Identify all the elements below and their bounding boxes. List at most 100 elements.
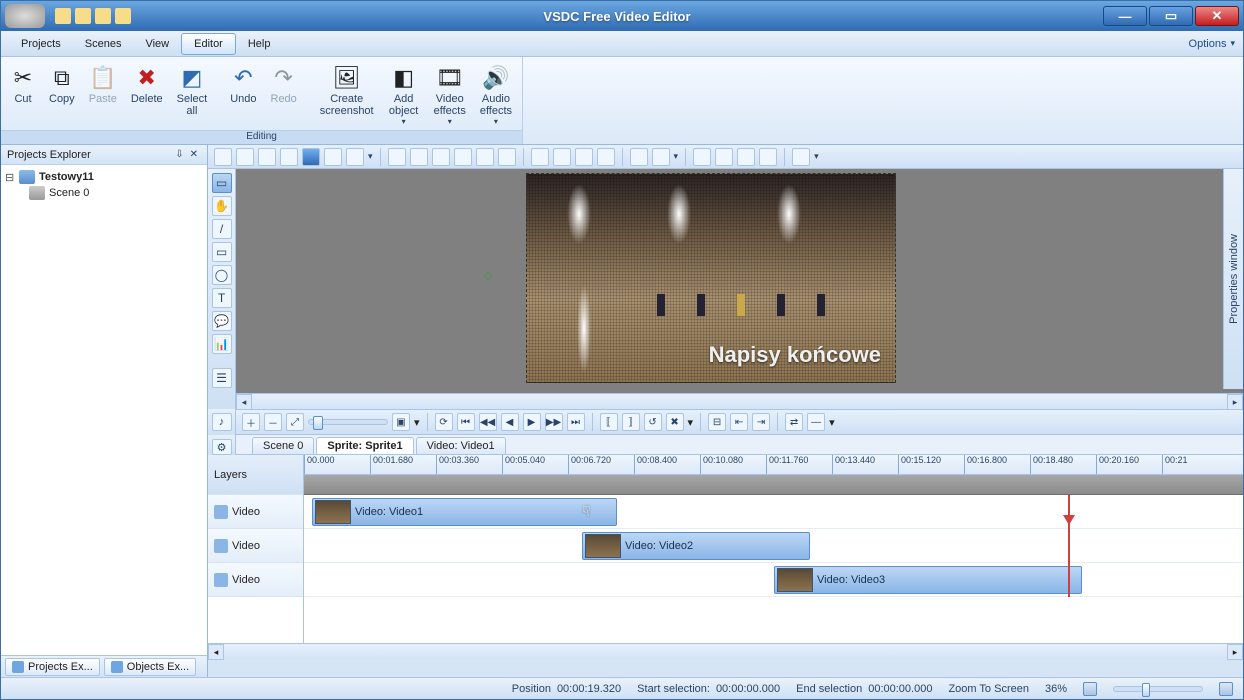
zoom-slider[interactable] — [1113, 686, 1203, 692]
clear-marks-icon[interactable]: ✖ — [666, 413, 684, 431]
zoom-out-icon[interactable]: － — [264, 413, 282, 431]
tb-order3-icon[interactable] — [575, 148, 593, 166]
line-tool-icon[interactable]: / — [212, 219, 232, 239]
tab-video1[interactable]: Video: Video1 — [416, 437, 506, 454]
link-icon[interactable]: ⇄ — [785, 413, 803, 431]
tb-misc5-icon[interactable] — [737, 148, 755, 166]
tb-order4-icon[interactable] — [597, 148, 615, 166]
menu-scenes[interactable]: Scenes — [73, 34, 134, 54]
zoom-to-screen-button[interactable]: Zoom To Screen — [948, 683, 1029, 695]
tb-delete-icon[interactable] — [280, 148, 298, 166]
cut-button[interactable]: ✂Cut — [5, 61, 41, 109]
more-tool-icon[interactable]: ☰ — [212, 368, 232, 388]
track-2[interactable]: Video: Video2 — [304, 529, 1243, 563]
audio-note-icon[interactable]: ♪ — [212, 413, 232, 431]
tb-misc7-icon[interactable] — [792, 148, 810, 166]
maximize-button[interactable]: ▭ — [1149, 6, 1193, 26]
tb-align3-icon[interactable] — [432, 148, 450, 166]
tb-misc1-icon[interactable] — [630, 148, 648, 166]
zoom-minus-button[interactable] — [1083, 682, 1097, 696]
tb-align5-icon[interactable] — [476, 148, 494, 166]
delete-button[interactable]: ✖Delete — [125, 61, 169, 109]
zoom-slider[interactable] — [308, 419, 388, 425]
scroll-right-icon[interactable]: ▸ — [1227, 394, 1243, 410]
tb-misc2-icon[interactable] — [652, 148, 670, 166]
redo-button[interactable]: ↷Redo — [265, 61, 303, 109]
options-link[interactable]: Options ▾ — [1189, 38, 1235, 50]
rect-tool-icon[interactable]: ▭ — [212, 242, 232, 262]
zoom-fit-icon[interactable]: ⤢ — [286, 413, 304, 431]
timeline-tracks-area[interactable]: 00.00000:01.68000:03.36000:05.04000:06.7… — [304, 455, 1243, 643]
tb-align6-icon[interactable] — [498, 148, 516, 166]
split-icon[interactable]: ⊟ — [708, 413, 726, 431]
preview-canvas[interactable]: Napisy końcowe — [526, 173, 896, 383]
tb-order1-icon[interactable] — [531, 148, 549, 166]
prev-frame-icon[interactable]: ◀◀ — [479, 413, 497, 431]
loop-icon[interactable]: ⟳ — [435, 413, 453, 431]
tab-objects-explorer[interactable]: Objects Ex... — [104, 658, 196, 676]
timeline-hscroll[interactable]: ◂ ▸ — [208, 643, 1243, 659]
tb-align1-icon[interactable] — [388, 148, 406, 166]
toolbar-overflow3-icon[interactable]: ▾ — [814, 151, 819, 162]
menu-projects[interactable]: Projects — [9, 34, 73, 54]
timeline-ruler[interactable]: 00.00000:01.68000:03.36000:05.04000:06.7… — [304, 455, 1243, 475]
video-effects-button[interactable]: 🎞Video effects▾ — [428, 61, 472, 130]
tb-copy-icon[interactable] — [236, 148, 254, 166]
zoom-plus-button[interactable] — [1219, 682, 1233, 696]
track-header-3[interactable]: Video — [208, 563, 303, 597]
overflow3-icon[interactable]: ▾ — [829, 416, 835, 429]
tb-undo-icon[interactable] — [324, 148, 342, 166]
fit-window-icon[interactable]: ▣ — [392, 413, 410, 431]
video-preview[interactable]: ◇ Napisy końcowe — [236, 169, 1243, 393]
track-1[interactable]: Video: Video1 ☟ — [304, 495, 1243, 529]
create-screenshot-button[interactable]: 🖼Create screenshot — [314, 61, 380, 121]
scroll-left-icon[interactable]: ◂ — [236, 394, 252, 410]
tb-misc6-icon[interactable] — [759, 148, 777, 166]
tb-redo-icon[interactable] — [346, 148, 364, 166]
tab-projects-explorer[interactable]: Projects Ex... — [5, 658, 100, 676]
text-tool-icon[interactable]: T — [212, 288, 232, 308]
ellipse-tool-icon[interactable]: ◯ — [212, 265, 232, 285]
tb-paste-icon[interactable] — [258, 148, 276, 166]
mark-in-icon[interactable]: ⟦ — [600, 413, 618, 431]
loop-region-icon[interactable]: ↺ — [644, 413, 662, 431]
overflow2-icon[interactable]: ▾ — [688, 416, 694, 429]
clip-video1[interactable]: Video: Video1 — [312, 498, 617, 526]
tb-select-icon[interactable] — [302, 148, 320, 166]
close-button[interactable]: ✕ — [1195, 6, 1239, 26]
tb-misc4-icon[interactable] — [715, 148, 733, 166]
clip-video3[interactable]: Video: Video3 — [774, 566, 1082, 594]
qa-new-icon[interactable] — [55, 8, 71, 24]
zoom-in-icon[interactable]: ＋ — [242, 413, 260, 431]
unlink-icon[interactable]: — — [807, 413, 825, 431]
menu-help[interactable]: Help — [236, 34, 283, 54]
play-icon[interactable]: ▶ — [523, 413, 541, 431]
tb-align2-icon[interactable] — [410, 148, 428, 166]
menu-view[interactable]: View — [133, 34, 181, 54]
tree-scene-node[interactable]: Scene 0 — [29, 185, 203, 201]
menu-editor[interactable]: Editor — [181, 33, 236, 55]
qa-save-icon[interactable] — [115, 8, 131, 24]
goto-start-icon[interactable]: ⏮ — [457, 413, 475, 431]
next-frame-icon[interactable]: ▶▶ — [545, 413, 563, 431]
clip-video2[interactable]: Video: Video2 — [582, 532, 810, 560]
audio-effects-button[interactable]: 🔊Audio effects▾ — [474, 61, 518, 130]
properties-window-tab[interactable]: Properties window — [1223, 169, 1243, 389]
pointer-tool-icon[interactable]: ▭ — [212, 173, 232, 193]
collapse-icon[interactable]: ⊟ — [5, 171, 15, 184]
toolbar-overflow2-icon[interactable]: ▾ — [674, 151, 679, 162]
tb-cut-icon[interactable] — [214, 148, 232, 166]
close-pane-icon[interactable]: ✕ — [187, 149, 201, 160]
tab-scene0[interactable]: Scene 0 — [252, 437, 314, 454]
goto-end-icon[interactable]: ⏭ — [567, 413, 585, 431]
toolbar-overflow-icon[interactable]: ▾ — [368, 151, 373, 162]
track-3[interactable]: Video: Video3 — [304, 563, 1243, 597]
scroll-left-icon[interactable]: ◂ — [208, 644, 224, 660]
tb-align4-icon[interactable] — [454, 148, 472, 166]
copy-button[interactable]: ⧉Copy — [43, 61, 81, 109]
tooltip-tool-icon[interactable]: 💬 — [212, 311, 232, 331]
mark-out-icon[interactable]: ⟧ — [622, 413, 640, 431]
minimize-button[interactable]: ― — [1103, 6, 1147, 26]
overflow-icon[interactable]: ▾ — [414, 416, 420, 429]
tab-sprite1[interactable]: Sprite: Sprite1 — [316, 437, 413, 454]
